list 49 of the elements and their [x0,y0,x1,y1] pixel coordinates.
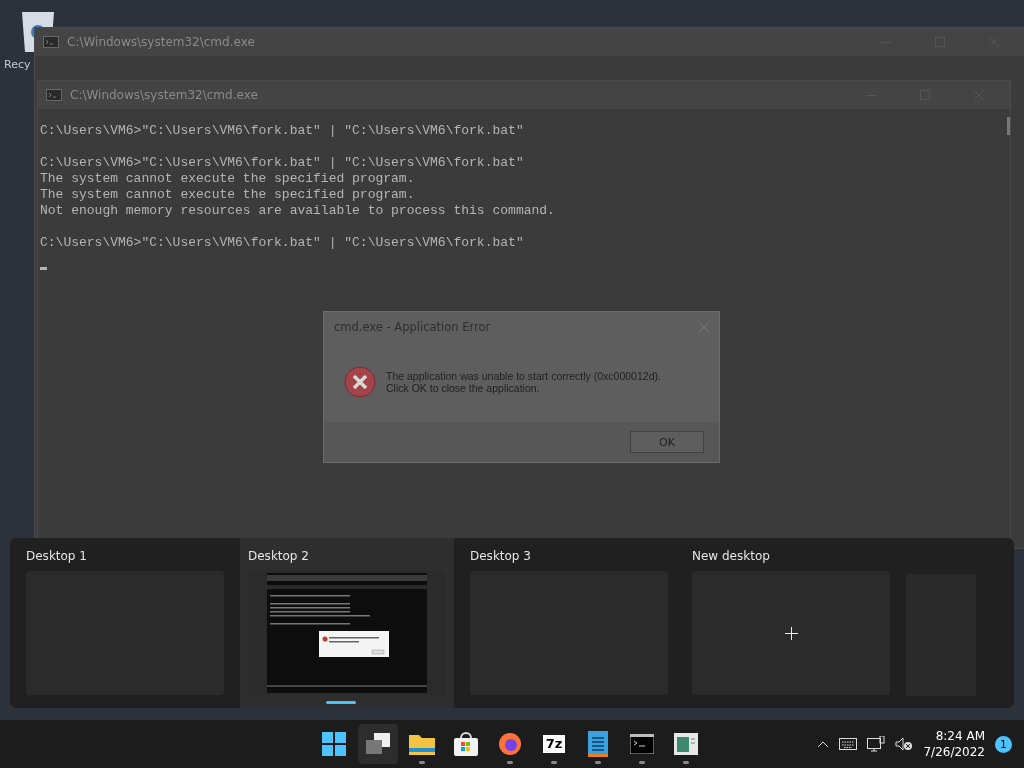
desktop-icon-label: Recy [4,58,31,71]
network-icon[interactable] [867,736,886,752]
shopping-bag-icon[interactable] [454,732,478,756]
taskbar-button[interactable] [358,724,398,764]
desktop-card[interactable]: New desktop [684,538,898,708]
keyboard-icon[interactable] [839,738,858,750]
running-indicator [507,761,513,764]
console-line: C:\Users\VM6>"C:\Users\VM6\fork.bat" | "C:\Users\VM6\fork.bat" [40,123,524,139]
text-cursor [40,267,47,270]
running-indicator [595,761,601,764]
window-title: C:\Windows\system32\cmd.exe [67,35,256,49]
archiver-icon[interactable]: 7z [542,735,566,753]
console-line: C:\Users\VM6>"C:\Users\VM6\fork.bat" | "C:\Users\VM6\fork.bat" [40,155,524,171]
window-title: C:\Windows\system32\cmd.exe [70,88,259,102]
console-icon [46,89,62,101]
windows-logo-icon[interactable] [322,732,346,756]
running-indicator [639,761,645,764]
running-indicator [551,761,557,764]
console-line: The system cannot execute the specified program. [40,187,415,203]
muted-speaker-icon[interactable] [895,737,914,751]
console-line: The system cannot execute the specified program. [40,171,415,187]
desktop-card[interactable]: Desktop 2 [240,538,454,708]
notification-badge[interactable]: 1 [995,735,1012,753]
task-view-icon[interactable] [366,733,390,755]
desktop-thumbnail[interactable] [692,571,890,695]
desktop-card[interactable]: Desktop 1 [18,538,232,708]
folder-icon[interactable] [409,733,435,755]
desktop-card[interactable]: Desktop 3 [462,538,676,708]
running-indicator [419,761,425,764]
error-message: The application was unable to start correctly (0xc000012d). [386,370,661,382]
scrollbar-thumb[interactable] [1007,117,1010,135]
console-icon [43,36,59,48]
desktop-name: Desktop 1 [26,549,88,563]
desktop-name: New desktop [692,549,771,563]
terminal-icon[interactable] [630,734,654,754]
console-line: Not enough memory resources are available to process this command. [40,203,555,219]
desktop-name: Desktop 2 [248,549,310,563]
fox-globe-icon[interactable] [498,732,522,756]
clock-date[interactable]: 7/26/2022 [923,744,985,760]
console-line: C:\Users\VM6>"C:\Users\VM6\fork.bat" | "C:\Users\VM6\fork.bat" [40,235,524,251]
error-icon [344,366,376,398]
plus-icon [784,626,798,640]
selection-indicator [326,701,356,704]
taskbar-button[interactable]: 7z [534,724,574,764]
notepad-icon[interactable] [588,731,608,757]
desktop-name: Desktop 3 [470,549,532,563]
chevron-up-icon[interactable] [817,740,830,748]
clock-time[interactable]: 8:24 AM [935,728,985,744]
running-indicator [683,761,689,764]
